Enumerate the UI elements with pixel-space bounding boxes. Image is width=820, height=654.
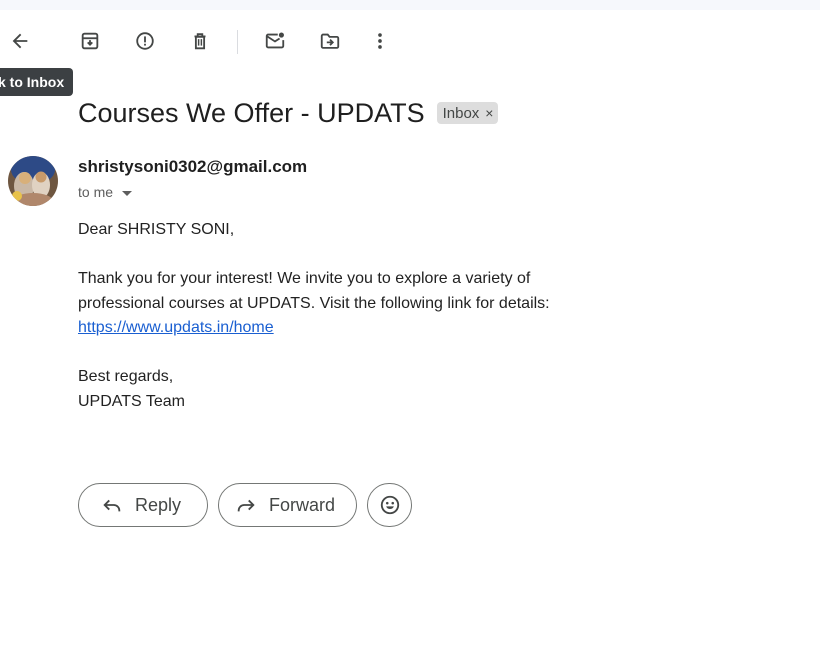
inbox-label-chip[interactable]: Inbox × bbox=[436, 102, 499, 124]
smiley-icon bbox=[380, 495, 399, 515]
archive-icon bbox=[81, 32, 99, 50]
label-chip-text: Inbox bbox=[442, 104, 480, 122]
delete-icon bbox=[194, 33, 206, 50]
mark-unread-button[interactable] bbox=[258, 24, 292, 58]
forward-button[interactable]: Forward bbox=[218, 483, 357, 527]
move-to-button[interactable] bbox=[313, 24, 347, 58]
recipient-text: to me bbox=[78, 184, 114, 200]
remove-label-icon[interactable]: × bbox=[485, 105, 493, 121]
report-spam-icon bbox=[136, 32, 154, 50]
back-to-inbox-tooltip: k to Inbox bbox=[0, 68, 74, 96]
toolbar-separator bbox=[237, 30, 238, 54]
avatar-image bbox=[8, 156, 58, 206]
more-options-icon bbox=[378, 33, 382, 49]
email-body: Dear SHRISTY SONI, Thank you for your in… bbox=[78, 218, 638, 414]
report-spam-button[interactable] bbox=[128, 24, 162, 58]
message-toolbar bbox=[0, 24, 820, 58]
sender-avatar[interactable] bbox=[8, 156, 58, 206]
more-options-button[interactable] bbox=[363, 24, 397, 58]
move-to-icon bbox=[320, 33, 340, 49]
reply-icon bbox=[103, 499, 121, 512]
sender-email: shristysoni0302@gmail.com bbox=[78, 157, 308, 176]
course-link[interactable]: https://www.updats.in/home bbox=[78, 319, 274, 336]
email-paragraph-line-1: Thank you for your interest! We invite y… bbox=[78, 270, 531, 287]
reply-label: Reply bbox=[135, 494, 182, 515]
email-closing: Best regards, bbox=[78, 368, 174, 385]
delete-button[interactable] bbox=[183, 24, 217, 58]
forward-icon bbox=[237, 499, 255, 512]
forward-label: Forward bbox=[269, 494, 336, 515]
emoji-reaction-button[interactable] bbox=[367, 483, 412, 527]
email-signature: UPDATS Team bbox=[78, 392, 185, 410]
email-greeting: Dear SHRISTY SONI, bbox=[78, 221, 235, 238]
archive-button[interactable] bbox=[73, 24, 107, 58]
back-arrow-icon bbox=[12, 33, 28, 49]
email-subject: Courses We Offer - UPDATS bbox=[78, 98, 425, 128]
recipient-details-toggle[interactable]: to me bbox=[78, 184, 133, 200]
caret-down-icon bbox=[122, 190, 133, 196]
back-to-inbox-button[interactable] bbox=[3, 24, 37, 58]
reply-button[interactable]: Reply bbox=[78, 483, 208, 527]
email-paragraph-line-2: professional courses at UPDATS. Visit th… bbox=[78, 294, 550, 312]
mark-unread-icon bbox=[265, 32, 285, 49]
subject-row: Courses We Offer - UPDATS Inbox × bbox=[78, 96, 499, 130]
top-strip bbox=[0, 0, 820, 10]
